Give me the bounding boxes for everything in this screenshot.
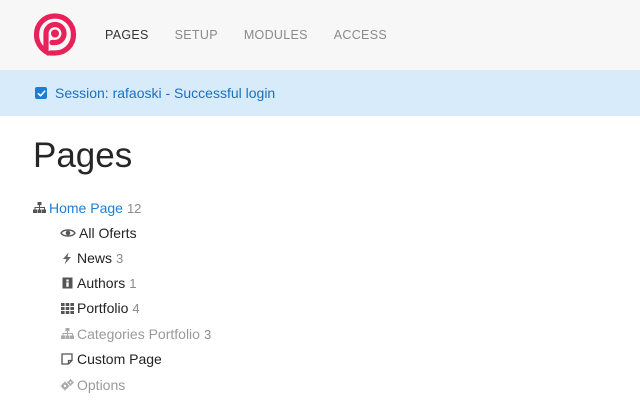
tree-item-label[interactable]: News (77, 250, 112, 266)
tree-item-label[interactable]: Options (77, 377, 125, 393)
bolt-icon (60, 251, 74, 265)
sticky-note-icon (60, 352, 74, 366)
tree-item-authors[interactable]: Authors 1 (60, 273, 136, 293)
tree-item-label[interactable]: Portfolio (77, 300, 128, 316)
tree-item-custom-page[interactable]: Custom Page (60, 349, 162, 369)
tree-item-portfolio[interactable]: Portfolio 4 (60, 298, 140, 318)
grid-icon (60, 301, 74, 315)
tree-item-all-oferts[interactable]: All Oferts (60, 223, 137, 243)
tree-item-label[interactable]: Custom Page (77, 351, 162, 367)
id-card-icon (60, 276, 74, 290)
tree-item-count: 4 (132, 300, 140, 316)
top-navbar: PAGES SETUP MODULES ACCESS (0, 0, 640, 70)
tree-item-options[interactable]: Options (60, 375, 125, 395)
check-square-icon (35, 87, 47, 99)
tree-item-label[interactable]: Home Page (49, 200, 123, 216)
nav-item-pages[interactable]: PAGES (105, 27, 149, 43)
tree-item-count: 1 (129, 275, 137, 291)
tree-item-label[interactable]: Authors (77, 275, 125, 291)
tree-item-home-page[interactable]: Home Page 12 (32, 198, 141, 218)
page-title: Pages (33, 136, 133, 175)
session-alert: Session: rafaoski - Successful login (0, 70, 640, 116)
tree-item-label[interactable]: Categories Portfolio (77, 326, 200, 342)
main-nav: PAGES SETUP MODULES ACCESS (105, 27, 413, 43)
tree-item-count: 12 (126, 200, 142, 216)
tree-item-news[interactable]: News 3 (60, 248, 123, 268)
alert-message: Session: rafaoski - Successful login (55, 85, 276, 101)
nav-item-setup[interactable]: SETUP (175, 27, 218, 43)
nav-item-access[interactable]: ACCESS (334, 27, 387, 43)
nav-item-modules[interactable]: MODULES (244, 27, 308, 43)
tree-item-categories-portfolio[interactable]: Categories Portfolio 3 (60, 324, 211, 344)
sitemap-icon (32, 201, 46, 215)
sitemap-icon (60, 327, 74, 341)
tree-item-label[interactable]: All Oferts (79, 225, 137, 241)
tree-item-count: 3 (203, 326, 212, 342)
eye-icon (60, 226, 76, 240)
processwire-logo-icon[interactable] (32, 12, 78, 58)
tree-item-count: 3 (116, 250, 124, 266)
cogs-icon (60, 378, 74, 392)
